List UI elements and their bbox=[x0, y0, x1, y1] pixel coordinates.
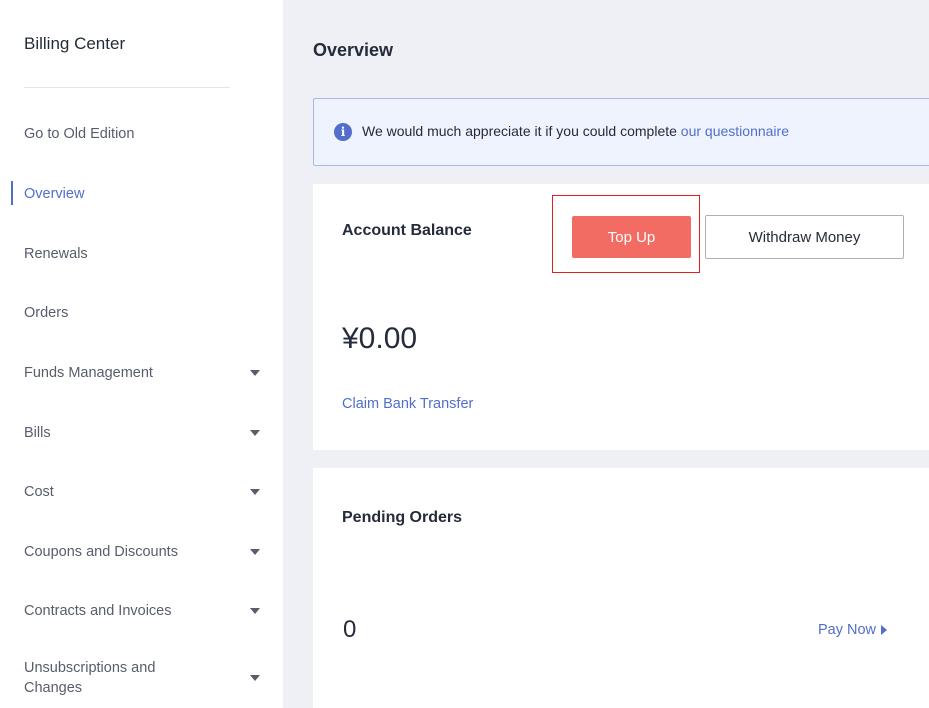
sidebar: Billing Center Go to Old Edition Overvie… bbox=[0, 0, 283, 708]
chevron-down-icon[interactable] bbox=[250, 549, 260, 555]
pending-orders-title: Pending Orders bbox=[342, 509, 463, 526]
questionnaire-link[interactable]: our questionnaire bbox=[681, 123, 789, 139]
sidebar-item-overview[interactable]: Overview bbox=[24, 184, 274, 204]
sidebar-divider bbox=[24, 87, 230, 88]
pending-orders-card: Pending Orders 0 Pay Now bbox=[313, 468, 929, 708]
questionnaire-notice: i We would much appreciate it if you cou… bbox=[313, 98, 929, 166]
sidebar-item-label: Go to Old Edition bbox=[24, 126, 135, 142]
pending-orders-count: 0 bbox=[343, 616, 357, 643]
sidebar-item-unsubscriptions-and-changes[interactable]: Unsubscriptions and Changes bbox=[24, 658, 274, 698]
sidebar-item-go-to-old-edition[interactable]: Go to Old Edition bbox=[24, 124, 274, 144]
sidebar-item-coupons-and-discounts[interactable]: Coupons and Discounts bbox=[24, 542, 274, 562]
sidebar-item-cost[interactable]: Cost bbox=[24, 482, 274, 502]
sidebar-item-renewals[interactable]: Renewals bbox=[24, 244, 274, 264]
pay-now-label: Pay Now bbox=[818, 622, 877, 638]
sidebar-title: Billing Center bbox=[24, 34, 126, 53]
sidebar-item-label: Coupons and Discounts bbox=[24, 544, 178, 560]
chevron-down-icon[interactable] bbox=[250, 608, 260, 614]
claim-bank-transfer-link[interactable]: Claim Bank Transfer bbox=[342, 396, 473, 412]
sidebar-item-orders[interactable]: Orders bbox=[24, 303, 274, 323]
sidebar-item-label: Funds Management bbox=[24, 365, 153, 381]
balance-amount: ¥0.00 bbox=[342, 322, 418, 355]
page-title: Overview bbox=[313, 40, 394, 60]
notice-message: We would much appreciate it if you could… bbox=[362, 123, 681, 139]
main-content: Overview i We would much appreciate it i… bbox=[283, 0, 929, 708]
info-icon: i bbox=[334, 123, 352, 141]
sidebar-item-bills[interactable]: Bills bbox=[24, 423, 274, 443]
chevron-down-icon[interactable] bbox=[250, 675, 260, 681]
sidebar-item-label: Overview bbox=[24, 186, 85, 202]
active-indicator bbox=[11, 181, 13, 205]
sidebar-item-label: Cost bbox=[24, 484, 54, 500]
pay-now-link[interactable]: Pay Now bbox=[818, 622, 888, 638]
withdraw-money-button[interactable]: Withdraw Money bbox=[705, 215, 904, 259]
sidebar-item-label: Bills bbox=[24, 425, 51, 441]
caret-right-icon bbox=[881, 625, 888, 636]
sidebar-item-label: Renewals bbox=[24, 246, 88, 262]
account-balance-title: Account Balance bbox=[342, 222, 472, 239]
chevron-down-icon[interactable] bbox=[250, 370, 260, 376]
chevron-down-icon[interactable] bbox=[250, 489, 260, 495]
sidebar-item-funds-management[interactable]: Funds Management bbox=[24, 363, 274, 383]
notice-text: We would much appreciate it if you could… bbox=[362, 123, 789, 139]
sidebar-item-label: Contracts and Invoices bbox=[24, 603, 172, 619]
sidebar-item-label: Orders bbox=[24, 305, 69, 321]
sidebar-item-label: Unsubscriptions and Changes bbox=[24, 660, 156, 696]
sidebar-item-contracts-and-invoices[interactable]: Contracts and Invoices bbox=[24, 601, 274, 621]
top-up-button[interactable]: Top Up bbox=[572, 216, 691, 258]
chevron-down-icon[interactable] bbox=[250, 430, 260, 436]
account-balance-card: Account Balance Top Up Withdraw Money ¥0… bbox=[313, 184, 929, 450]
